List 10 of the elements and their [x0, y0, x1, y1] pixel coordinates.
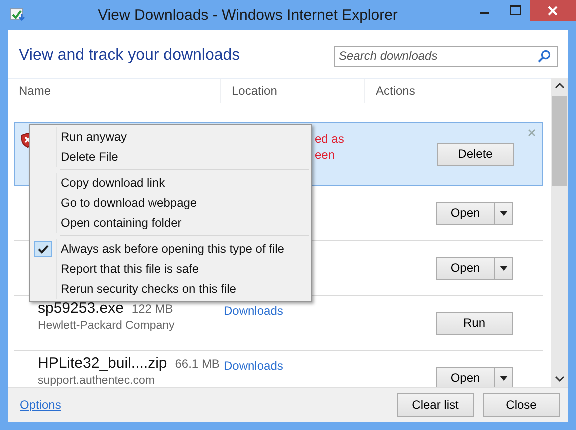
file-source: Hewlett-Packard Company [38, 320, 176, 332]
warning-text: ed as [315, 131, 344, 147]
file-name: sp59253.exe [38, 300, 124, 317]
file-size: 66.1 MB [175, 357, 220, 371]
file-source: support.authentec.com [38, 375, 156, 387]
file-size: 122 MB [132, 302, 174, 316]
warning-text: een [315, 147, 336, 163]
window-title: View Downloads - Windows Internet Explorer [97, 6, 399, 24]
page-heading: View and track your downloads [19, 47, 240, 65]
file-name: HPLite32_buil....zip [38, 355, 168, 372]
